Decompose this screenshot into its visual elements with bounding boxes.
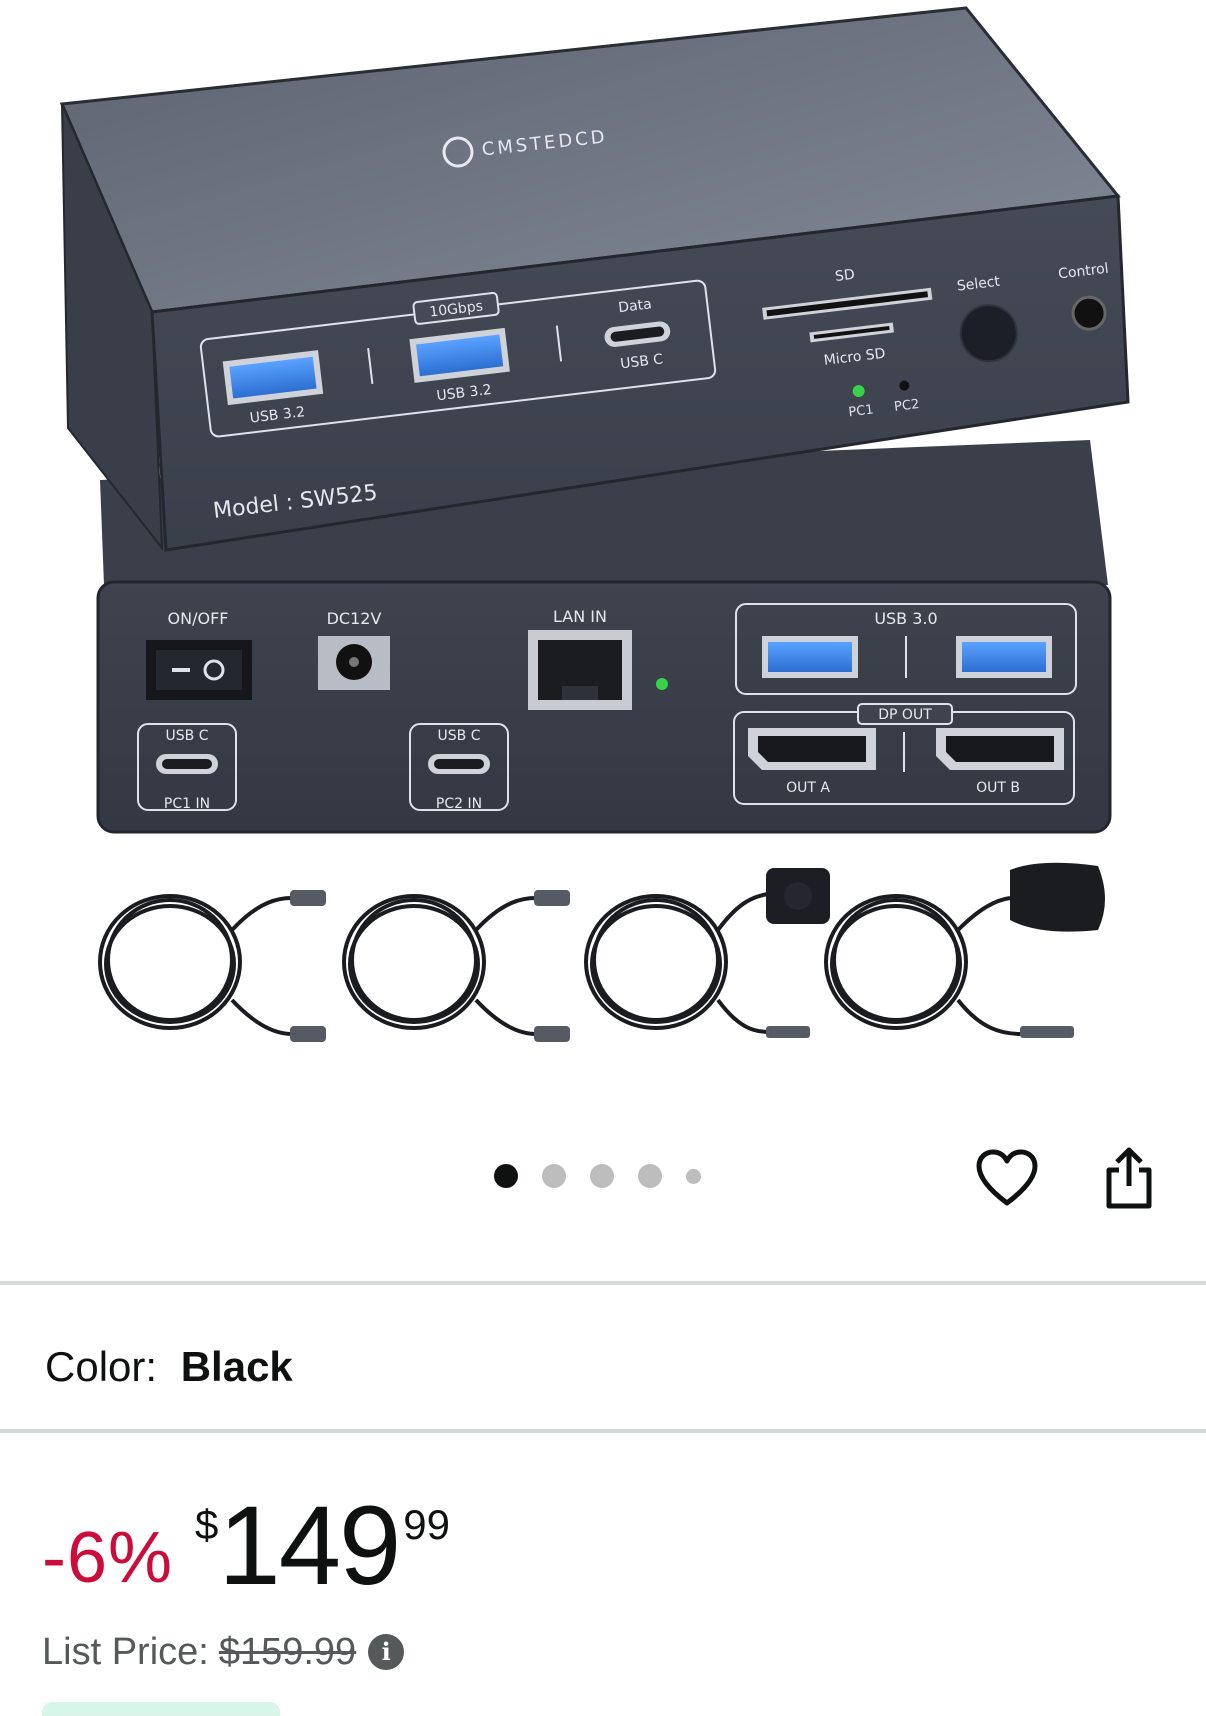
kvm-switch-illustration: ON/OFF DC12V LAN IN USB 3.0 DP OUT OUT A… xyxy=(59,6,1130,1042)
label-on-off: ON/OFF xyxy=(168,609,229,628)
share-icon xyxy=(1106,1147,1152,1209)
color-selector: Color: Black xyxy=(45,1339,293,1395)
deal-badge xyxy=(42,1702,280,1716)
carousel-dot[interactable] xyxy=(638,1164,662,1188)
price-whole: 149 xyxy=(218,1483,401,1608)
label-out-a: OUT A xyxy=(786,780,830,796)
carousel-dot[interactable] xyxy=(542,1164,566,1188)
color-value: Black xyxy=(180,1343,293,1390)
carousel-dot[interactable] xyxy=(494,1164,518,1188)
price-block: -6% $ 149 99 xyxy=(42,1490,450,1620)
price-symbol: $ xyxy=(195,1501,219,1548)
label-pc1-in: PC1 IN xyxy=(164,796,210,812)
color-label: Color: xyxy=(45,1343,158,1390)
product-image[interactable]: ON/OFF DC12V LAN IN USB 3.0 DP OUT OUT A… xyxy=(0,0,1206,1090)
label-dp-out: DP OUT xyxy=(878,707,932,723)
share-button[interactable] xyxy=(1093,1142,1165,1214)
label-usbc-back-2: USB C xyxy=(438,728,481,744)
section-divider xyxy=(0,1281,1206,1285)
list-price: List Price: $159.99 i xyxy=(42,1628,405,1676)
price-fraction: 99 xyxy=(403,1501,450,1548)
label-pc2: PC2 xyxy=(893,397,920,415)
label-dc12v: DC12V xyxy=(327,609,382,628)
image-carousel-indicator[interactable] xyxy=(494,1162,701,1190)
label-lan-in: LAN IN xyxy=(553,607,607,626)
discount-percentage: -6% xyxy=(42,1518,174,1598)
carousel-dot[interactable] xyxy=(686,1168,701,1184)
favorite-button[interactable] xyxy=(971,1142,1043,1214)
label-pc1: PC1 xyxy=(848,402,875,420)
label-sd: SD xyxy=(834,267,855,285)
label-pc2-in: PC2 IN xyxy=(436,796,482,812)
info-icon[interactable]: i xyxy=(368,1634,405,1670)
section-divider xyxy=(0,1429,1206,1433)
list-price-value: $159.99 xyxy=(218,1631,357,1673)
heart-icon xyxy=(976,1149,1038,1206)
label-usbc-back-1: USB C xyxy=(166,728,209,744)
label-usb30: USB 3.0 xyxy=(874,609,937,628)
current-price: $ 149 99 xyxy=(195,1490,450,1602)
list-price-label: List Price: xyxy=(42,1631,209,1673)
label-out-b: OUT B xyxy=(976,780,1020,796)
carousel-dot[interactable] xyxy=(590,1164,614,1188)
